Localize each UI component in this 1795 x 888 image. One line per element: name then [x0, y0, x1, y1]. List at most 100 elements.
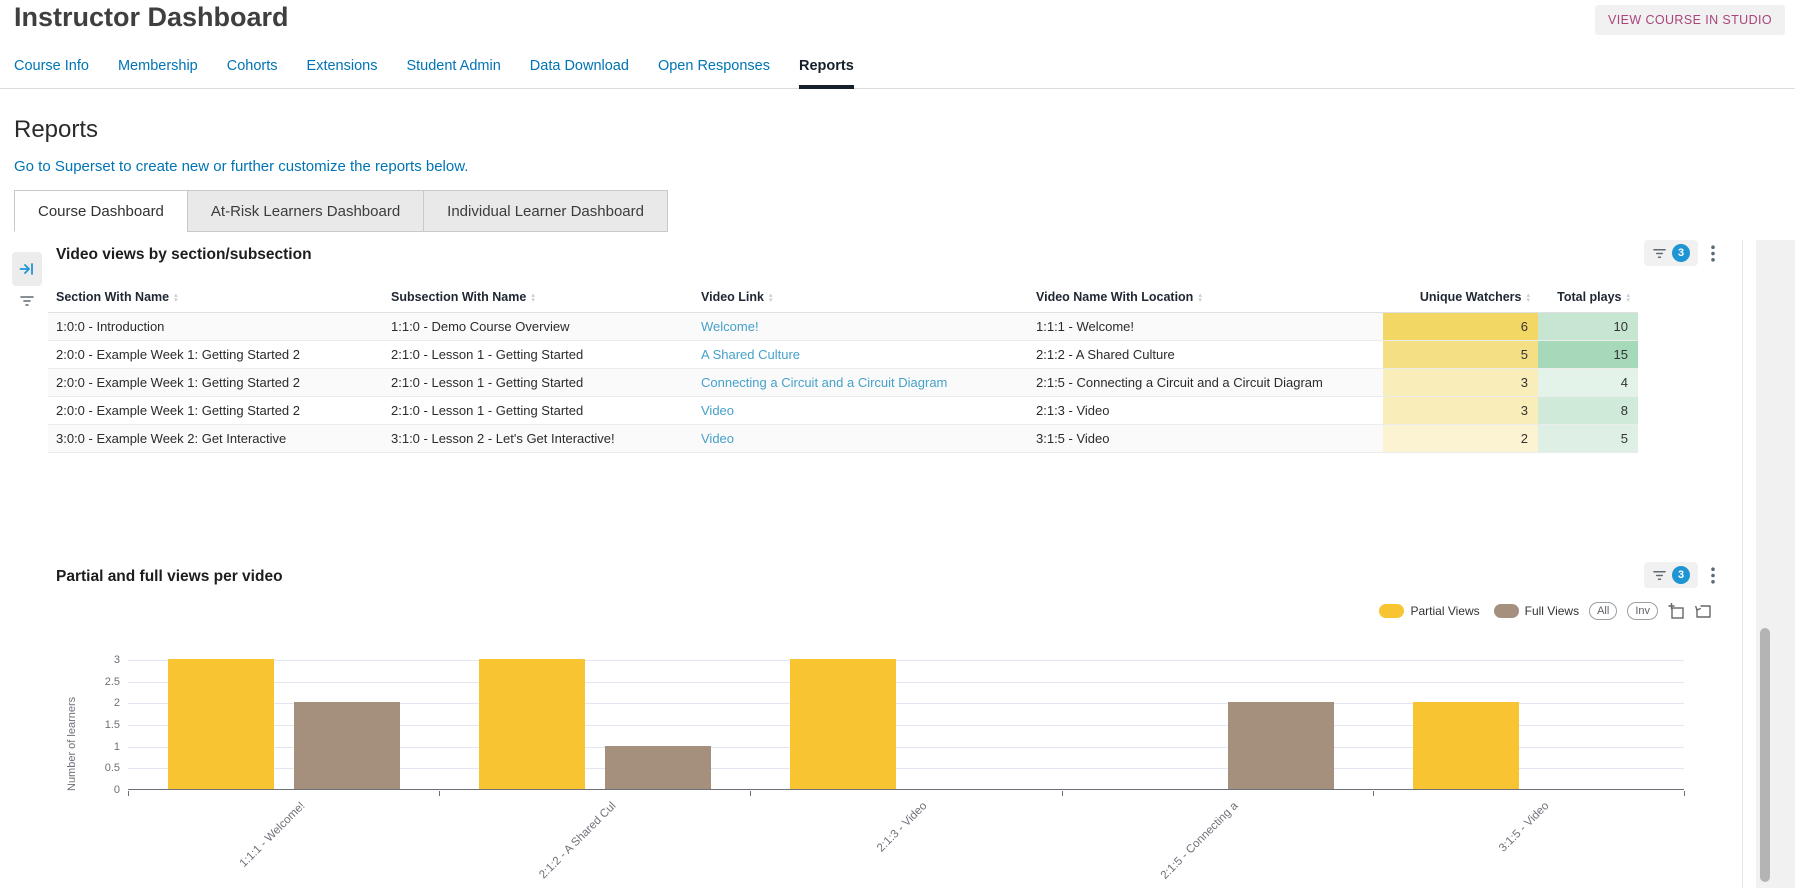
views-chart-title: Partial and full views per video	[56, 568, 283, 586]
x-axis-label: 2:1:3 - Video	[765, 800, 929, 888]
nav-tab-extensions[interactable]: Extensions	[307, 58, 378, 88]
more-options-kebab-icon[interactable]	[1711, 567, 1715, 584]
bar-chart-plot	[128, 660, 1684, 790]
cell-unique-watchers: 6	[1383, 313, 1538, 341]
superset-link[interactable]: Go to Superset to create new or further …	[14, 158, 468, 175]
video-views-table: Section With Name▴▾Subsection With Name▴…	[48, 282, 1638, 453]
expand-filter-bar-button[interactable]	[12, 252, 42, 286]
sort-icon[interactable]: ▴▾	[1626, 293, 1630, 303]
zoom-select-icon[interactable]	[1668, 603, 1685, 620]
video-link[interactable]: Video	[701, 403, 734, 418]
cell-video-link: Welcome!	[693, 313, 1028, 341]
cell-total-plays: 8	[1538, 397, 1638, 425]
sort-icon[interactable]: ▴▾	[769, 293, 773, 303]
sort-icon[interactable]: ▴▾	[174, 293, 178, 303]
cell-video-link: A Shared Culture	[693, 341, 1028, 369]
page-title: Instructor Dashboard	[14, 2, 289, 33]
dashboard-right-divider	[1742, 240, 1743, 888]
table-row: 3:0:0 - Example Week 2: Get Interactive3…	[48, 425, 1638, 453]
sort-icon[interactable]: ▴▾	[531, 293, 535, 303]
legend-item-partial-views[interactable]: Partial Views	[1379, 604, 1479, 618]
cell-video-name: 2:1:2 - A Shared Culture	[1028, 341, 1383, 369]
x-axis-tick	[1373, 791, 1374, 796]
cell-subsection: 2:1:0 - Lesson 1 - Getting Started	[383, 397, 693, 425]
bar-full-views-2-1-5-connecting-a	[1228, 702, 1334, 789]
column-header-subsection-with-name: Subsection With Name▴▾	[383, 282, 693, 313]
scrollbar-thumb[interactable]	[1760, 628, 1770, 882]
applied-filters-chip[interactable]: 3	[1644, 240, 1698, 266]
legend-all-button[interactable]: All	[1589, 602, 1617, 620]
sort-icon[interactable]: ▴▾	[1198, 293, 1202, 303]
dashboard-tab-at-risk-learners-dashboard[interactable]: At-Risk Learners Dashboard	[187, 190, 424, 232]
dashboard-tab-course-dashboard[interactable]: Course Dashboard	[14, 190, 188, 232]
filter-count-badge: 3	[1672, 244, 1690, 262]
nav-tab-cohorts[interactable]: Cohorts	[227, 58, 278, 88]
column-header-unique-watchers: Unique Watchers ▴▾	[1383, 282, 1538, 313]
video-link[interactable]: Video	[701, 431, 734, 446]
column-label: Total plays	[1557, 290, 1621, 304]
dashboard-tabs: Course DashboardAt-Risk Learners Dashboa…	[14, 190, 668, 232]
view-course-in-studio-button[interactable]: VIEW COURSE IN STUDIO	[1595, 5, 1785, 35]
table-row: 2:0:0 - Example Week 1: Getting Started …	[48, 341, 1638, 369]
table-row: 2:0:0 - Example Week 1: Getting Started …	[48, 369, 1638, 397]
bar-partial-views-1-1-1-welcome	[168, 659, 274, 789]
cell-total-plays: 10	[1538, 313, 1638, 341]
x-axis-tick	[1684, 791, 1685, 796]
legend-items: Partial Views Full Views	[1379, 604, 1579, 618]
cell-subsection: 3:1:0 - Lesson 2 - Let's Get Interactive…	[383, 425, 693, 453]
table-row: 2:0:0 - Example Week 1: Getting Started …	[48, 397, 1638, 425]
legend-swatch	[1379, 604, 1404, 618]
y-axis-labels: 00.511.522.53	[70, 660, 120, 790]
cell-video-link: Video	[693, 425, 1028, 453]
applied-filters-chip[interactable]: 3	[1644, 562, 1698, 588]
nav-tab-membership[interactable]: Membership	[118, 58, 198, 88]
cell-video-name: 2:1:3 - Video	[1028, 397, 1383, 425]
filter-rail-button[interactable]	[15, 291, 39, 311]
video-link[interactable]: Connecting a Circuit and a Circuit Diagr…	[701, 375, 947, 390]
table-row: 1:0:0 - Introduction1:1:0 - Demo Course …	[48, 313, 1638, 341]
bar-partial-views-3-1-5-video	[1413, 702, 1519, 789]
cell-unique-watchers: 5	[1383, 341, 1538, 369]
column-label: Video Link	[701, 290, 764, 304]
column-header-section-with-name: Section With Name ▴▾	[48, 282, 383, 313]
video-link[interactable]: Welcome!	[701, 319, 759, 334]
filter-funnel-icon	[1652, 569, 1667, 582]
cell-subsection: 1:1:0 - Demo Course Overview	[383, 313, 693, 341]
cell-section: 1:0:0 - Introduction	[48, 313, 383, 341]
nav-tab-open-responses[interactable]: Open Responses	[658, 58, 770, 88]
column-label: Unique Watchers	[1420, 290, 1522, 304]
dashboard-tab-individual-learner-dashboard[interactable]: Individual Learner Dashboard	[423, 190, 668, 232]
nav-tab-reports[interactable]: Reports	[799, 58, 854, 89]
cell-video-link: Video	[693, 397, 1028, 425]
reports-heading: Reports	[14, 116, 98, 144]
x-axis-tick	[128, 791, 129, 796]
more-options-kebab-icon[interactable]	[1711, 245, 1715, 262]
column-header-total-plays: Total plays ▴▾	[1538, 282, 1638, 313]
filter-count-badge: 3	[1672, 566, 1690, 584]
nav-tab-course-info[interactable]: Course Info	[14, 58, 89, 88]
bar-full-views-2-1-2-a-shared-cul	[605, 746, 711, 789]
column-label: Video Name With Location	[1036, 290, 1193, 304]
legend-label: Full Views	[1525, 604, 1579, 618]
x-axis-tick	[1062, 791, 1063, 796]
cell-section: 2:0:0 - Example Week 1: Getting Started …	[48, 397, 383, 425]
y-axis-tick-label: 0	[114, 784, 120, 796]
bar-partial-views-2-1-3-video	[790, 659, 896, 789]
cell-section: 2:0:0 - Example Week 1: Getting Started …	[48, 341, 383, 369]
video-link[interactable]: A Shared Culture	[701, 347, 800, 362]
nav-tab-data-download[interactable]: Data Download	[530, 58, 629, 88]
cell-total-plays: 5	[1538, 425, 1638, 453]
sort-icon[interactable]: ▴▾	[1526, 293, 1530, 303]
legend-inv-button[interactable]: Inv	[1627, 602, 1658, 620]
column-label: Section With Name	[56, 290, 169, 304]
x-axis-label: 2:1:5 - Connecting a	[1077, 800, 1241, 888]
legend-swatch	[1494, 604, 1519, 618]
video-table-title: Video views by section/subsection	[56, 246, 312, 264]
expand-filters-icon	[19, 261, 35, 277]
legend-label: Partial Views	[1410, 604, 1479, 618]
instructor-dashboard-page: Instructor Dashboard VIEW COURSE IN STUD…	[0, 0, 1795, 888]
nav-tab-student-admin[interactable]: Student Admin	[406, 58, 500, 88]
gridline	[128, 660, 1684, 661]
legend-item-full-views[interactable]: Full Views	[1494, 604, 1579, 618]
zoom-reset-icon[interactable]	[1695, 603, 1712, 620]
